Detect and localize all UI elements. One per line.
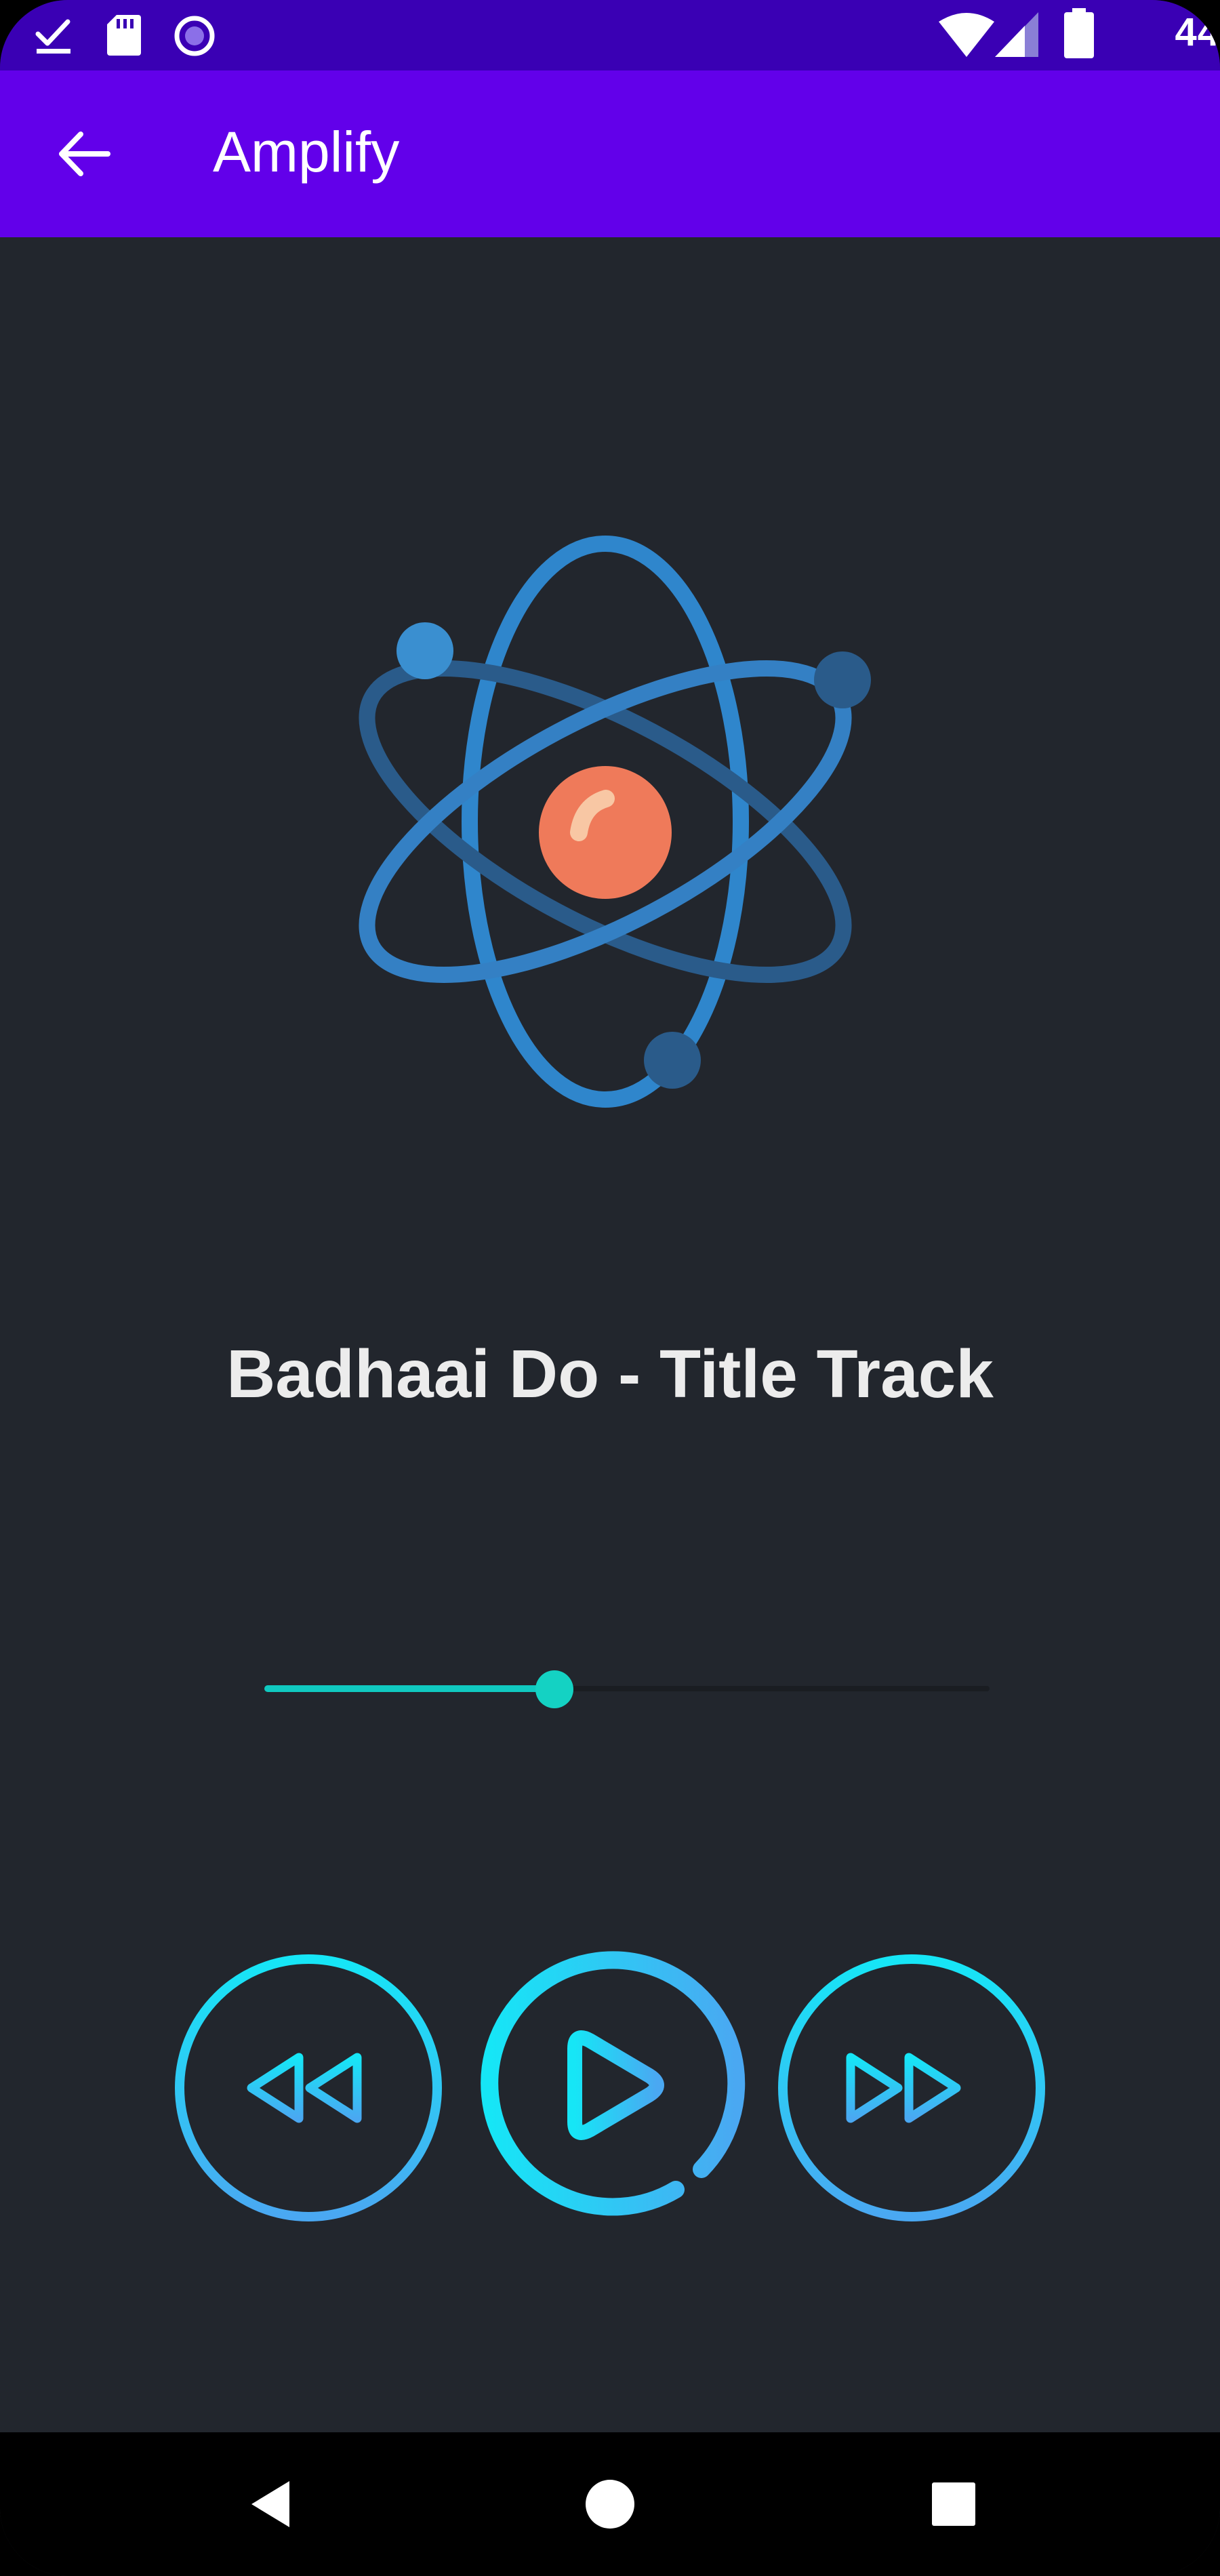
- nav-recents-button[interactable]: [886, 2432, 1021, 2576]
- status-bar: 44: [0, 0, 1220, 71]
- atom-icon: [359, 536, 871, 1108]
- app-title: Amplify: [213, 120, 400, 184]
- signal-icon: [995, 12, 1038, 57]
- sd-card-icon: [107, 15, 141, 56]
- seek-progress: [264, 1685, 554, 1692]
- nav-back-button[interactable]: [203, 2432, 339, 2576]
- skip-previous-icon: [175, 1954, 442, 2221]
- record-icon: [174, 16, 215, 56]
- seek-thumb[interactable]: [535, 1670, 573, 1708]
- battery-icon: [1064, 8, 1094, 58]
- nav-back-icon: [251, 2481, 289, 2527]
- phone-screen: 44 Amplify Badhaai Do - Title Track: [0, 0, 1220, 2576]
- app-bar: Amplify: [0, 71, 1220, 237]
- nav-recents-icon: [932, 2482, 975, 2526]
- play-button[interactable]: [468, 1946, 752, 2230]
- arrow-back-icon: [59, 132, 110, 176]
- nav-home-icon: [586, 2480, 634, 2529]
- status-time: 44: [1175, 10, 1220, 54]
- skip-next-icon: [778, 1954, 1045, 2221]
- system-nav-bar: [0, 2432, 1220, 2576]
- seek-bar[interactable]: [251, 1654, 1003, 1722]
- back-button[interactable]: [41, 111, 126, 197]
- album-artwork: [325, 515, 895, 1125]
- track-title: Badhaai Do - Title Track: [226, 1336, 994, 1412]
- previous-button[interactable]: [166, 1946, 451, 2230]
- download-done-icon: [35, 19, 70, 54]
- next-button[interactable]: [769, 1946, 1054, 2230]
- wifi-icon: [939, 13, 994, 57]
- play-icon: [481, 1951, 746, 2216]
- nav-home-button[interactable]: [542, 2432, 678, 2576]
